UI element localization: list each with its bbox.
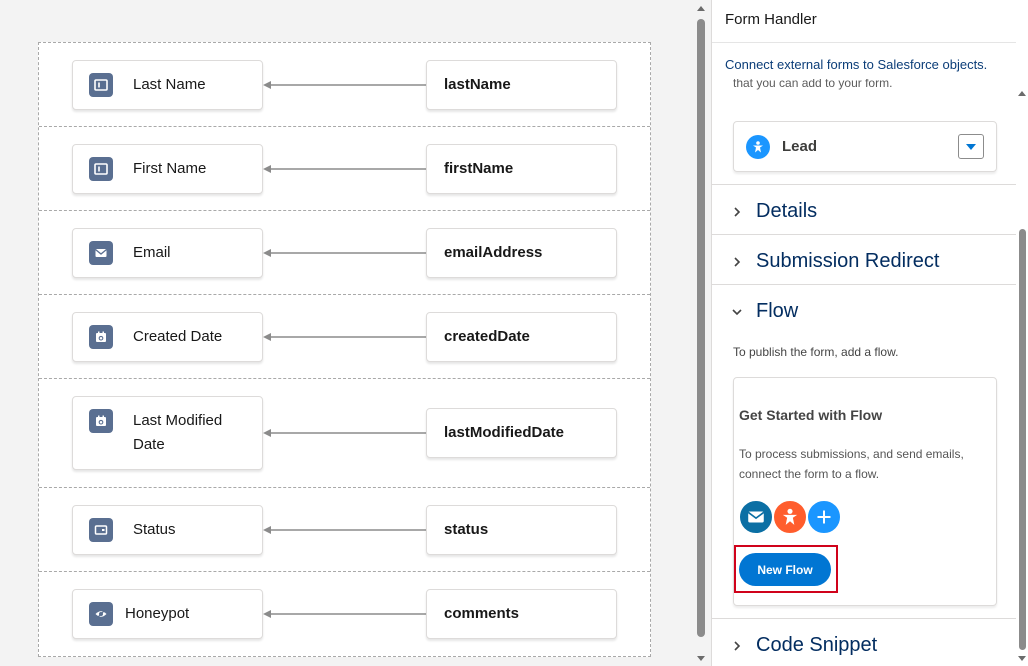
field-card-last-modified-date[interactable]: Last Modified Date — [72, 396, 263, 470]
email-icon — [89, 241, 113, 265]
add-icon — [806, 499, 842, 535]
canvas-scrollbar[interactable] — [695, 0, 707, 666]
field-card-last-name[interactable]: Last Name — [72, 60, 263, 110]
section-title: Code Snippet — [756, 634, 878, 656]
mapping-arrow — [263, 81, 427, 89]
source-field-label: createdDate — [444, 328, 530, 345]
flow-description: To publish the form, add a flow. — [733, 345, 899, 359]
source-field-card[interactable]: lastModifiedDate — [426, 408, 617, 458]
form-handler-panel: Form Handler Connect external forms to S… — [711, 0, 1028, 666]
panel-helper-text: that you can add to your form. — [733, 79, 892, 93]
field-label: Last Modified Date — [133, 412, 223, 453]
field-card-honeypot[interactable]: Honeypot — [72, 589, 263, 639]
mapping-arrow — [263, 165, 427, 173]
picklist-icon — [89, 518, 113, 542]
field-label: First Name — [133, 160, 207, 177]
flow-card-body: To process submissions, and send emails,… — [739, 447, 964, 481]
mapping-canvas: Last Name lastName First Name firstName — [0, 0, 695, 666]
mapping-row: Created Date createdDate — [39, 295, 650, 379]
mapping-row: Last Modified Date lastModifiedDate — [39, 379, 650, 488]
chevron-right-icon — [734, 640, 741, 651]
field-label: Created Date — [133, 328, 223, 345]
mapping-arrow — [263, 610, 427, 618]
mapping-row: Email emailAddress — [39, 211, 650, 295]
field-card-created-date[interactable]: Created Date — [72, 312, 263, 362]
scrollbar-thumb[interactable] — [1019, 229, 1026, 650]
date-icon — [89, 325, 113, 349]
email-icon — [738, 499, 774, 535]
scroll-down-arrow-icon[interactable] — [1018, 656, 1026, 661]
source-field-card[interactable]: lastName — [426, 60, 617, 110]
panel-title: Form Handler — [725, 11, 817, 28]
new-flow-button[interactable]: New Flow — [739, 553, 831, 586]
source-field-label: comments — [444, 605, 520, 622]
get-started-flow-card: Get Started with Flow To process submiss… — [733, 377, 997, 606]
flow-card-title: Get Started with Flow — [739, 407, 883, 423]
source-field-card[interactable]: emailAddress — [426, 228, 617, 278]
source-field-label: firstName — [444, 160, 514, 177]
selected-object-label: Lead — [782, 138, 818, 155]
date-icon — [89, 409, 113, 433]
scrollbar-thumb[interactable] — [697, 19, 705, 637]
source-field-label: emailAddress — [444, 244, 543, 261]
field-label: Status — [133, 521, 176, 538]
divider — [712, 42, 1017, 43]
mapping-arrow — [263, 429, 427, 437]
scroll-up-arrow-icon[interactable] — [697, 6, 705, 11]
mapping-arrow — [263, 526, 427, 534]
object-select[interactable]: Lead — [733, 121, 997, 172]
lead-icon — [746, 135, 770, 159]
mapping-row: Status status — [39, 488, 650, 572]
source-field-card[interactable]: firstName — [426, 144, 617, 194]
section-submission-redirect[interactable]: Submission Redirect — [712, 234, 1017, 284]
field-label: Email — [133, 244, 171, 261]
scroll-down-arrow-icon[interactable] — [697, 656, 705, 661]
chevron-right-icon — [734, 206, 741, 217]
helper-text: that you can add to your form. — [733, 79, 893, 90]
hidden-icon — [89, 602, 113, 626]
chevron-down-icon[interactable] — [958, 134, 984, 159]
source-field-card[interactable]: createdDate — [426, 312, 617, 362]
text-field-icon — [89, 73, 113, 97]
section-code-snippet[interactable]: Code Snippet — [712, 618, 1017, 666]
source-field-label: lastModifiedDate — [444, 424, 565, 441]
field-card-email[interactable]: Email — [72, 228, 263, 278]
field-mapping-area: Last Name lastName First Name firstName — [38, 42, 651, 657]
source-field-label: status — [444, 521, 489, 538]
field-label: Last Name — [133, 76, 206, 93]
lead-icon — [772, 499, 808, 535]
panel-description: Connect external forms to Salesforce obj… — [725, 57, 988, 72]
section-flow[interactable]: Flow — [712, 284, 1017, 334]
chevron-down-icon — [732, 308, 742, 315]
mapping-arrow — [263, 333, 427, 341]
source-field-label: lastName — [444, 76, 511, 93]
source-field-card[interactable]: status — [426, 505, 617, 555]
mapping-row: First Name firstName — [39, 127, 650, 211]
scroll-up-arrow-icon[interactable] — [1018, 91, 1026, 96]
chevron-right-icon — [734, 256, 741, 267]
panel-scrollbar[interactable] — [1016, 0, 1028, 666]
text-field-icon — [89, 157, 113, 181]
mapping-row: Last Name lastName — [39, 43, 650, 127]
section-details[interactable]: Details — [712, 184, 1017, 234]
field-card-status[interactable]: Status — [72, 505, 263, 555]
field-card-first-name[interactable]: First Name — [72, 144, 263, 194]
mapping-arrow — [263, 249, 427, 257]
section-title: Details — [756, 200, 818, 222]
source-field-card[interactable]: comments — [426, 589, 617, 639]
section-title: Submission Redirect — [756, 250, 940, 272]
mapping-row: Honeypot comments — [39, 572, 650, 656]
section-title: Flow — [756, 300, 799, 322]
field-label: Honeypot — [125, 605, 190, 622]
